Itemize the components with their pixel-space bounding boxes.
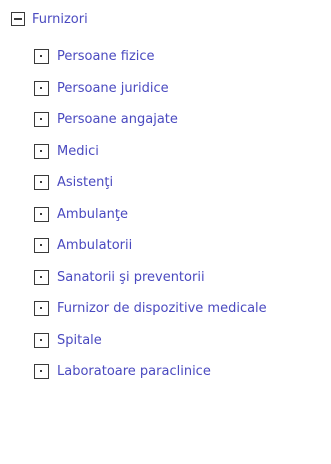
tree-item-label[interactable]: Persoane fizice xyxy=(57,49,155,64)
tree-item-label[interactable]: Asistenţi xyxy=(57,175,113,190)
leaf-node-icon xyxy=(34,175,49,190)
leaf-node-icon xyxy=(34,269,49,285)
tree-item-persoane-fizice[interactable]: Persoane fizice xyxy=(34,49,267,81)
tree-item-ambulatorii[interactable]: Ambulatorii xyxy=(34,238,267,270)
tree-item-furnizor-dispozitive-medicale[interactable]: Furnizor de dispozitive medicale xyxy=(34,301,267,333)
leaf-node-icon xyxy=(34,143,49,159)
tree-item-persoane-juridice[interactable]: Persoane juridice xyxy=(34,80,267,113)
furnizori-tree: Furnizori Persoane fizice Persoane jurid… xyxy=(0,0,331,464)
tree-item-spitale[interactable]: Spitale xyxy=(34,332,267,365)
tree-item-persoane-angajate[interactable]: Persoane angajate xyxy=(34,112,267,144)
tree-item-label[interactable]: Spitale xyxy=(57,333,102,348)
tree-item-label[interactable]: Persoane juridice xyxy=(57,81,169,96)
tree-item-asistenti[interactable]: Asistenţi xyxy=(34,175,267,207)
leaf-node-icon xyxy=(34,112,49,127)
tree-item-label[interactable]: Persoane angajate xyxy=(57,112,178,127)
leaf-node-icon xyxy=(34,206,49,222)
leaf-node-icon xyxy=(34,49,49,64)
tree-item-label[interactable]: Furnizor de dispozitive medicale xyxy=(57,301,267,316)
tree-root-furnizori[interactable]: Furnizori xyxy=(11,8,88,30)
tree-item-ambulante[interactable]: Ambulanţe xyxy=(34,206,267,239)
leaf-node-icon xyxy=(34,332,49,348)
tree-item-label[interactable]: Ambulanţe xyxy=(57,207,128,222)
collapse-minus-icon[interactable] xyxy=(11,12,25,26)
leaf-node-icon xyxy=(34,301,49,316)
tree-item-label[interactable]: Laboratoare paraclinice xyxy=(57,364,211,379)
tree-item-label[interactable]: Sanatorii şi preventorii xyxy=(57,270,205,285)
tree-children-list: Persoane fizice Persoane juridice Persoa… xyxy=(34,49,267,396)
tree-item-label[interactable]: Ambulatorii xyxy=(57,238,132,253)
leaf-node-icon xyxy=(34,238,49,253)
leaf-node-icon xyxy=(34,80,49,96)
tree-item-laboratoare-paraclinice[interactable]: Laboratoare paraclinice xyxy=(34,364,267,396)
tree-item-medici[interactable]: Medici xyxy=(34,143,267,176)
tree-root-label[interactable]: Furnizori xyxy=(32,12,88,27)
leaf-node-icon xyxy=(34,364,49,379)
tree-item-label[interactable]: Medici xyxy=(57,144,99,159)
tree-item-sanatorii-preventorii[interactable]: Sanatorii şi preventorii xyxy=(34,269,267,302)
